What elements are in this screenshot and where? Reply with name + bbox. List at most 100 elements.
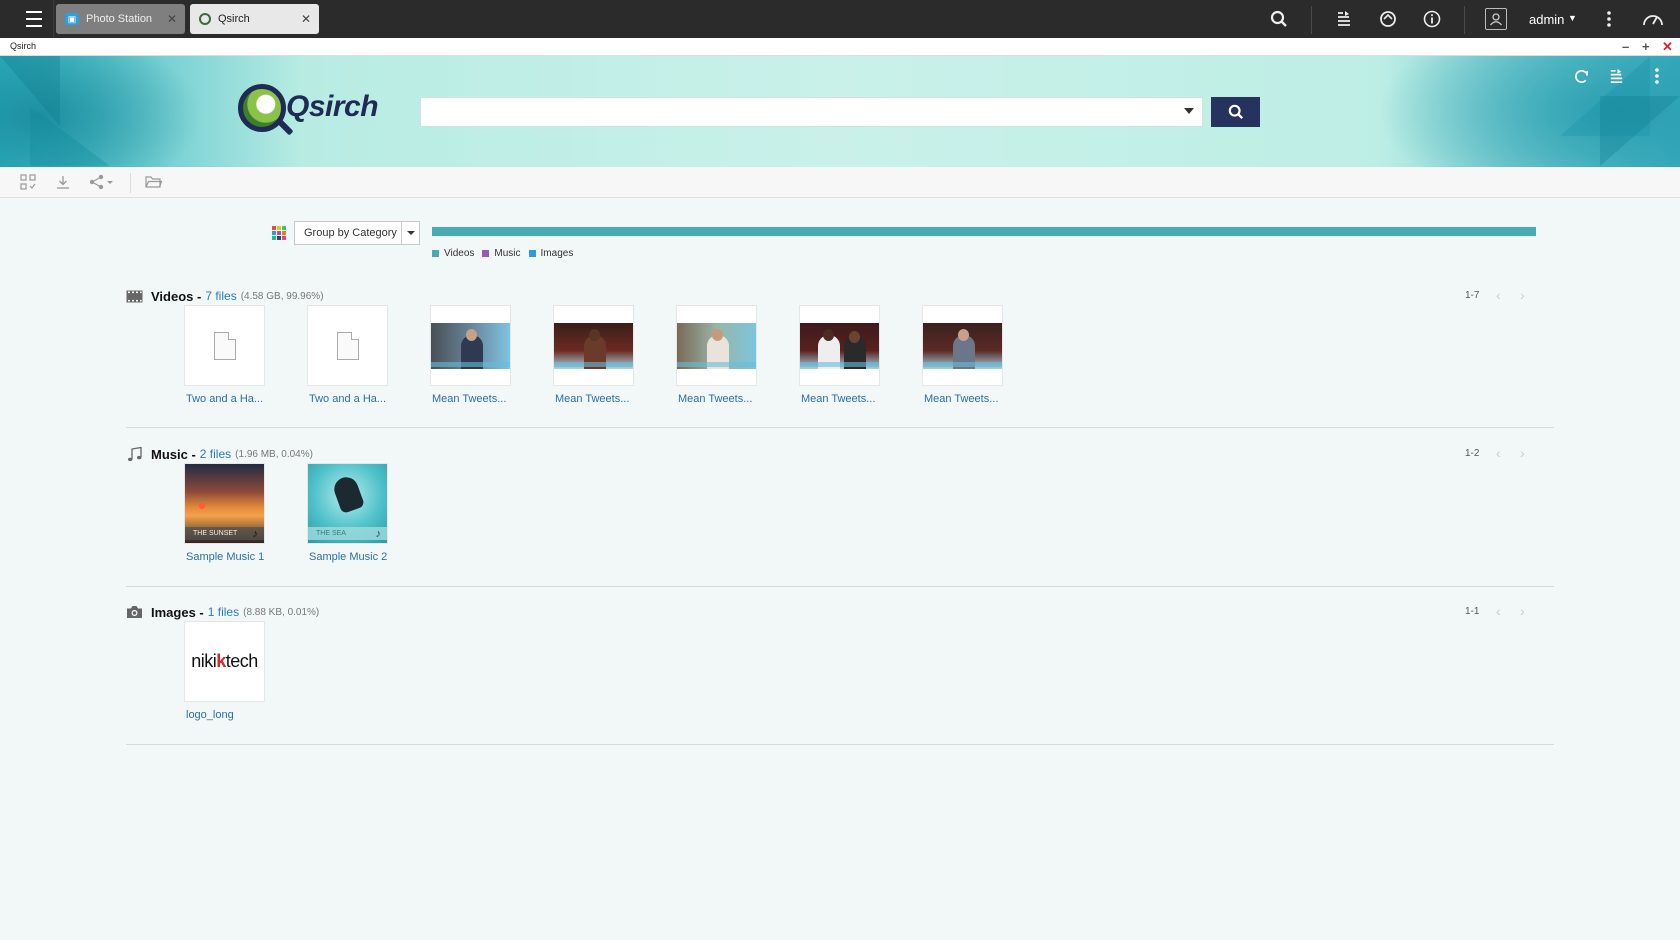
- chevron-down-icon[interactable]: ▼: [1568, 13, 1577, 23]
- section-file-count[interactable]: 7 files: [205, 289, 236, 303]
- legend-swatch: [482, 250, 490, 257]
- chevron-right-icon[interactable]: ›: [1520, 445, 1525, 461]
- category-grid-icon: [272, 226, 286, 240]
- user-avatar-icon[interactable]: [1485, 8, 1507, 30]
- file-name[interactable]: Sample Music 2: [307, 551, 388, 563]
- video-thumbnail[interactable]: [799, 305, 880, 386]
- main-menu-button[interactable]: [14, 0, 54, 38]
- music-note-icon: ♪: [252, 527, 259, 540]
- file-item[interactable]: THE SUNSET ♪ Sample Music 1: [184, 463, 265, 563]
- file-name[interactable]: logo_long: [184, 709, 265, 721]
- video-thumbnail[interactable]: [922, 305, 1003, 386]
- search-button[interactable]: [1211, 97, 1260, 127]
- more-options-icon[interactable]: [1647, 66, 1667, 86]
- section-title: Videos -: [151, 288, 202, 304]
- search-box[interactable]: [420, 97, 1203, 127]
- section-file-count[interactable]: 1 files: [208, 605, 239, 619]
- file-thumbnail[interactable]: [307, 305, 388, 386]
- tab-qsirch[interactable]: Qsirch ✕: [190, 4, 319, 34]
- user-name[interactable]: admin: [1529, 12, 1564, 27]
- video-thumbnail[interactable]: [553, 305, 634, 386]
- file-item[interactable]: Mean Tweets...: [553, 305, 634, 405]
- divider: [1464, 6, 1465, 34]
- close-tab-icon[interactable]: ✕: [167, 12, 177, 26]
- file-name[interactable]: Mean Tweets...: [922, 393, 1003, 405]
- tab-label: Photo Station: [86, 13, 153, 25]
- legend-swatch: [432, 250, 439, 257]
- album-art: THE SUNSET ♪: [185, 464, 264, 543]
- file-item[interactable]: Two and a Ha...: [184, 305, 265, 405]
- section-header: Images - 1 files (8.88 KB, 0.01%): [126, 603, 319, 621]
- file-item[interactable]: nikiktech logo_long: [184, 621, 265, 721]
- group-by-dropdown[interactable]: Group by Category: [294, 221, 420, 245]
- chevron-right-icon[interactable]: ›: [1520, 287, 1525, 303]
- document-icon: [213, 331, 236, 360]
- music-note-icon: [126, 446, 143, 461]
- music-thumbnail[interactable]: THE SEA ♪: [307, 463, 388, 544]
- file-name[interactable]: Sample Music 1: [184, 551, 265, 563]
- search-icon[interactable]: [1268, 8, 1290, 30]
- nikktech-logo-image: nikiktech: [191, 651, 258, 671]
- camera-icon: [126, 605, 143, 619]
- info-icon[interactable]: [1421, 8, 1443, 30]
- qsirch-header: Qsirch: [0, 56, 1680, 167]
- file-item[interactable]: Mean Tweets...: [922, 305, 1003, 405]
- video-figure-head: [712, 328, 723, 341]
- download-icon[interactable]: [55, 174, 71, 193]
- section-title: Music -: [151, 446, 196, 462]
- video-thumbnail[interactable]: [676, 305, 757, 386]
- close-tab-icon[interactable]: ✕: [301, 12, 311, 26]
- tab-photo-station[interactable]: ▣ Photo Station ✕: [56, 4, 185, 34]
- music-thumbnail[interactable]: THE SUNSET ♪: [184, 463, 265, 544]
- video-caption-bar: [923, 361, 1002, 367]
- section-file-count[interactable]: 2 files: [200, 447, 231, 461]
- chevron-down-icon[interactable]: [1184, 108, 1194, 114]
- more-options-icon[interactable]: [1598, 8, 1620, 30]
- file-item[interactable]: Mean Tweets...: [799, 305, 880, 405]
- file-item[interactable]: THE SEA ♪ Sample Music 2: [307, 463, 388, 563]
- chevron-left-icon[interactable]: ‹: [1496, 445, 1501, 461]
- legend-item-videos: Videos: [432, 248, 474, 259]
- file-name[interactable]: Mean Tweets...: [430, 393, 511, 405]
- background-tasks-icon[interactable]: [1333, 8, 1355, 30]
- section-title: Images -: [151, 604, 204, 620]
- chevron-left-icon[interactable]: ‹: [1496, 603, 1501, 619]
- file-name[interactable]: Two and a Ha...: [307, 393, 388, 405]
- section-header: Videos - 7 files (4.58 GB, 99.96%): [126, 287, 324, 305]
- window-titlebar: Qsirch – + ✕: [0, 38, 1680, 56]
- file-name[interactable]: Mean Tweets...: [676, 393, 757, 405]
- video-frame: [800, 322, 879, 369]
- select-all-icon[interactable]: [20, 174, 36, 193]
- video-thumbnail[interactable]: [430, 305, 511, 386]
- legend-label: Images: [540, 248, 574, 259]
- share-icon[interactable]: [89, 174, 115, 193]
- sync-icon[interactable]: [1377, 8, 1399, 30]
- video-figure-head: [849, 330, 860, 343]
- maximize-icon[interactable]: +: [1642, 39, 1650, 54]
- file-thumbnail[interactable]: [184, 305, 265, 386]
- file-name[interactable]: Mean Tweets...: [799, 393, 880, 405]
- folder-icon[interactable]: [145, 174, 163, 192]
- file-item[interactable]: Two and a Ha...: [307, 305, 388, 405]
- section-size-info: (4.58 GB, 99.96%): [240, 290, 324, 302]
- file-name[interactable]: Mean Tweets...: [553, 393, 634, 405]
- dashboard-gauge-icon[interactable]: [1642, 8, 1664, 30]
- search-input[interactable]: [421, 98, 1161, 126]
- image-thumbnail[interactable]: nikiktech: [184, 621, 265, 702]
- photo-station-icon: ▣: [65, 13, 79, 25]
- tab-label: Qsirch: [218, 13, 250, 25]
- file-name[interactable]: Two and a Ha...: [184, 393, 265, 405]
- chevron-right-icon[interactable]: ›: [1520, 603, 1525, 619]
- background-tasks-icon[interactable]: [1606, 66, 1626, 86]
- video-frame: [554, 322, 633, 369]
- video-figure-head: [958, 328, 969, 341]
- minimize-icon[interactable]: –: [1622, 39, 1629, 54]
- video-caption-bar: [800, 361, 879, 367]
- chevron-down-icon[interactable]: [401, 222, 419, 244]
- file-item[interactable]: Mean Tweets...: [676, 305, 757, 405]
- file-item[interactable]: Mean Tweets...: [430, 305, 511, 405]
- window-title: Qsirch: [10, 41, 37, 51]
- chevron-left-icon[interactable]: ‹: [1496, 287, 1501, 303]
- refresh-icon[interactable]: [1571, 66, 1591, 86]
- close-icon[interactable]: ✕: [1662, 39, 1673, 55]
